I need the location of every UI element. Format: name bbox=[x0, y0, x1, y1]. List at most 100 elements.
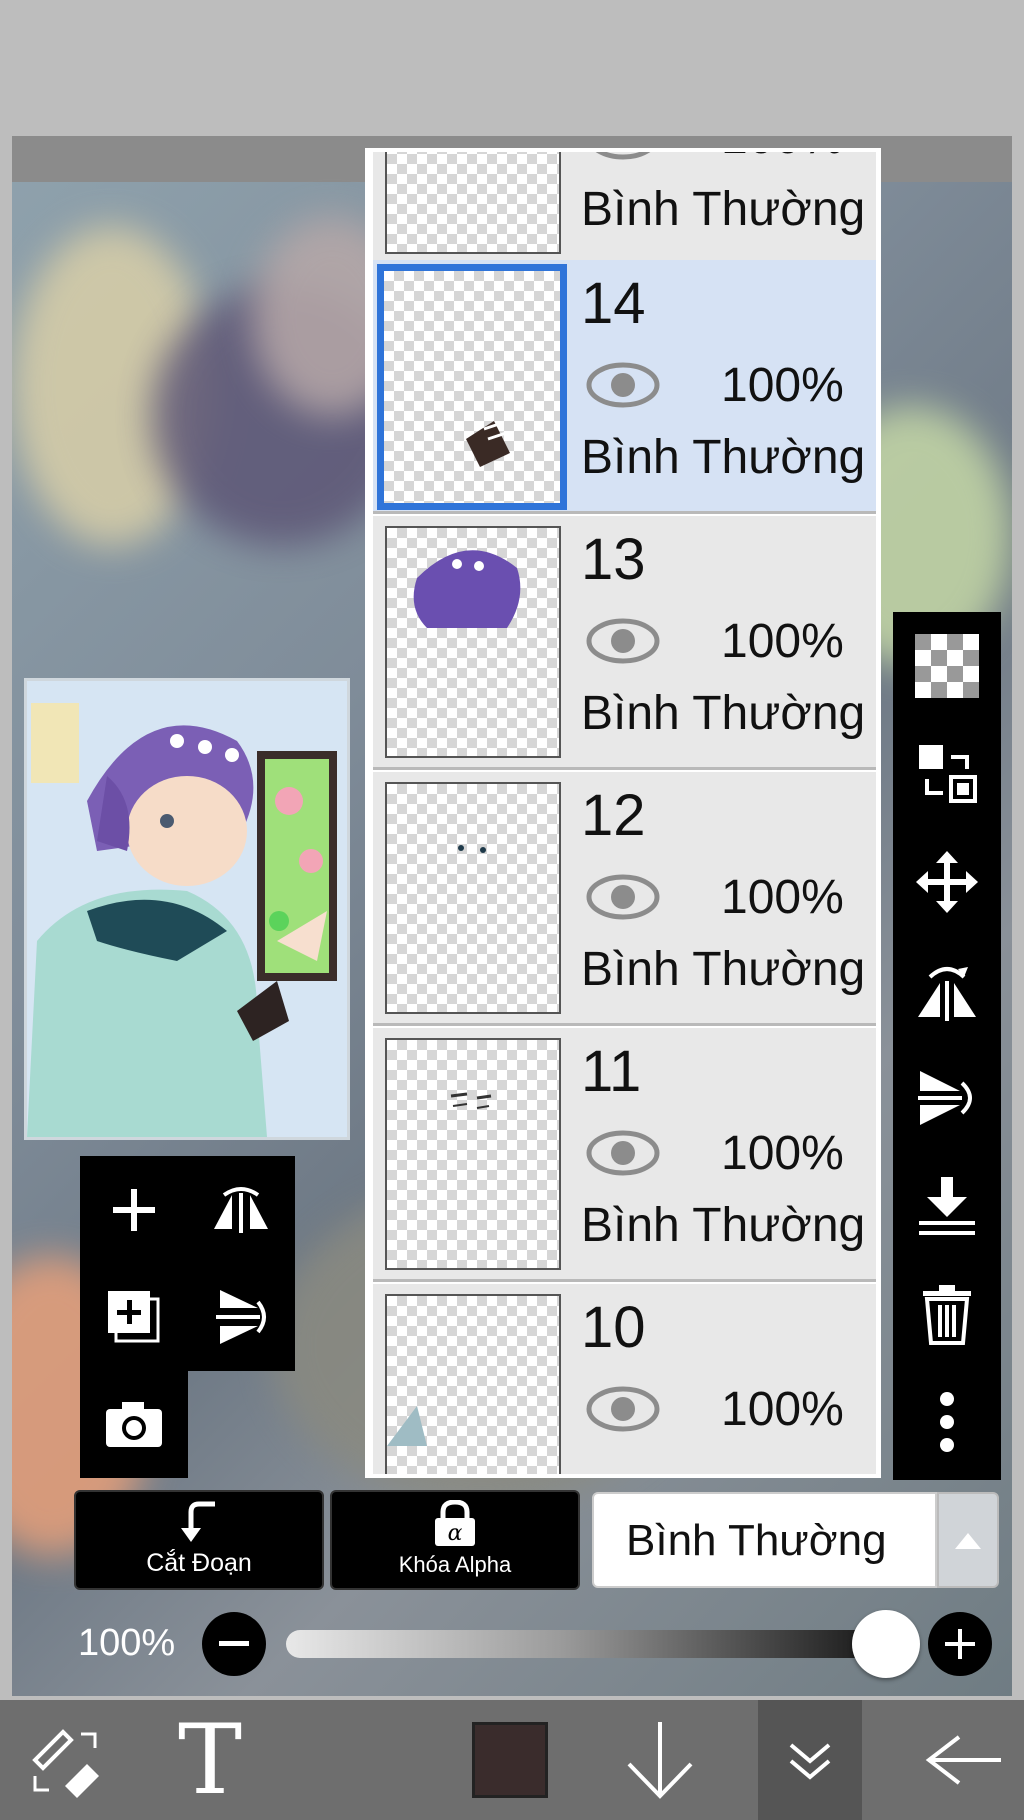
layers-toggle-button[interactable] bbox=[758, 1700, 862, 1820]
transparency-button[interactable] bbox=[893, 612, 1001, 720]
layer-thumbnail bbox=[377, 264, 567, 510]
merge-down-icon bbox=[919, 1177, 975, 1235]
duplicate-layer-button[interactable] bbox=[80, 1263, 188, 1371]
text-tool-button[interactable]: T bbox=[160, 1700, 260, 1820]
opacity-decrease-button[interactable] bbox=[202, 1612, 266, 1676]
trash-icon bbox=[923, 1285, 971, 1345]
layer-row[interactable]: 100% Bình Thường bbox=[373, 148, 876, 266]
visibility-eye-icon[interactable] bbox=[585, 1128, 661, 1178]
layer-quick-tools bbox=[80, 1156, 295, 1478]
blend-mode-dropdown-toggle[interactable] bbox=[937, 1492, 999, 1588]
layer-blend-mode: Bình Thường bbox=[581, 943, 866, 996]
more-icon bbox=[940, 1392, 954, 1452]
layer-opacity: 100% bbox=[721, 871, 844, 924]
flip-horizontal-button[interactable] bbox=[893, 936, 1001, 1044]
layer-number: 12 bbox=[581, 783, 646, 848]
delete-layer-button[interactable] bbox=[893, 1260, 1001, 1368]
text-tool-icon: T bbox=[177, 1704, 243, 1816]
artwork-preview bbox=[24, 678, 350, 1140]
lock-alpha-icon: α bbox=[435, 1500, 475, 1546]
layer-blend-mode: Bình Thường bbox=[581, 183, 866, 236]
layer-opacity: 100% bbox=[721, 615, 844, 668]
add-layer-button[interactable] bbox=[80, 1156, 188, 1264]
layer-number: 14 bbox=[581, 271, 646, 336]
layer-content-preview bbox=[413, 550, 521, 628]
brush-eraser-toggle-button[interactable] bbox=[10, 1700, 120, 1820]
chevron-up-icon bbox=[955, 1533, 981, 1549]
alpha-lock-button[interactable]: α Khóa Alpha bbox=[330, 1490, 580, 1590]
visibility-eye-icon[interactable] bbox=[585, 1384, 661, 1434]
flip-vertical-button[interactable] bbox=[893, 1044, 1001, 1152]
opacity-increase-button[interactable] bbox=[928, 1612, 992, 1676]
move-button[interactable] bbox=[893, 828, 1001, 936]
opacity-slider-track[interactable] bbox=[286, 1630, 896, 1658]
layer-content-preview bbox=[466, 421, 510, 467]
arrow-down-icon bbox=[627, 1722, 693, 1799]
layer-blend-mode: Bình Thường bbox=[581, 687, 866, 740]
flip-v-icon bbox=[918, 1071, 972, 1125]
camera-icon bbox=[106, 1402, 162, 1447]
transparency-icon bbox=[915, 634, 979, 698]
plus-icon bbox=[945, 1629, 975, 1659]
layer-content-preview bbox=[387, 1406, 427, 1446]
duplicate-layer-icon bbox=[108, 1291, 160, 1343]
visibility-eye-icon[interactable] bbox=[585, 872, 661, 922]
visibility-eye-icon[interactable] bbox=[585, 148, 661, 162]
blend-mode-value: Bình Thường bbox=[626, 1516, 887, 1565]
arrow-left-icon bbox=[925, 1735, 1001, 1785]
layer-blend-mode: Bình Thường bbox=[581, 431, 866, 484]
transform-button[interactable] bbox=[893, 720, 1001, 828]
color-picker-button[interactable] bbox=[460, 1700, 560, 1820]
layer-opacity: 100% bbox=[721, 1383, 844, 1436]
layer-opacity: 100% bbox=[721, 152, 844, 165]
layer-actions-toolbar bbox=[893, 612, 1001, 1480]
layer-list-panel[interactable]: 100% Bình Thường 14 100% Bình Thường 13 bbox=[365, 148, 881, 1478]
layer-content-preview bbox=[458, 845, 486, 853]
flip-layer-horizontal-button[interactable] bbox=[187, 1156, 295, 1264]
bottom-toolbar: T bbox=[0, 1700, 1024, 1820]
scroll-down-button[interactable] bbox=[610, 1700, 710, 1820]
minus-icon bbox=[219, 1641, 249, 1646]
svg-text:α: α bbox=[448, 1521, 463, 1546]
layer-thumbnail bbox=[385, 526, 561, 758]
alpha-lock-label: Khóa Alpha bbox=[398, 1552, 512, 1577]
brush-eraser-swap-icon bbox=[32, 1729, 99, 1798]
artwork-preview-image bbox=[27, 681, 347, 1137]
layer-row[interactable]: 11 100% Bình Thường bbox=[373, 1028, 876, 1282]
clipping-arrow-icon bbox=[181, 1501, 215, 1542]
layer-number: 11 bbox=[581, 1039, 642, 1104]
opacity-value-label: 100% bbox=[78, 1622, 176, 1664]
visibility-eye-icon[interactable] bbox=[585, 360, 661, 410]
layer-content-preview bbox=[450, 1092, 492, 1109]
double-chevron-down-icon bbox=[789, 1743, 831, 1780]
flip-vertical-icon bbox=[216, 1290, 266, 1344]
layer-row[interactable]: 12 100% Bình Thường bbox=[373, 772, 876, 1026]
layer-opacity: 100% bbox=[721, 359, 844, 412]
layer-thumbnail bbox=[385, 782, 561, 1014]
more-options-button[interactable] bbox=[893, 1368, 1001, 1476]
layer-row[interactable]: 10 100% bbox=[373, 1284, 876, 1474]
flip-horizontal-icon bbox=[214, 1187, 268, 1233]
back-button[interactable] bbox=[908, 1700, 1018, 1820]
flip-h-icon bbox=[918, 967, 976, 1021]
clipping-label: Cắt Đoạn bbox=[146, 1549, 252, 1577]
blend-mode-select[interactable]: Bình Thường bbox=[592, 1492, 937, 1588]
add-layer-icon bbox=[113, 1189, 155, 1231]
visibility-eye-icon[interactable] bbox=[585, 616, 661, 666]
camera-button[interactable] bbox=[80, 1370, 188, 1478]
layer-number: 10 bbox=[581, 1295, 646, 1360]
merge-down-button[interactable] bbox=[893, 1152, 1001, 1260]
layer-thumbnail bbox=[385, 1038, 561, 1270]
clipping-button[interactable]: Cắt Đoạn bbox=[74, 1490, 324, 1590]
layer-row-selected[interactable]: 14 100% Bình Thường bbox=[373, 260, 876, 514]
layer-blend-mode: Bình Thường bbox=[581, 1199, 866, 1252]
layer-thumbnail bbox=[385, 1294, 561, 1474]
flip-layer-vertical-button[interactable] bbox=[187, 1263, 295, 1371]
layer-thumbnail bbox=[385, 152, 561, 254]
opacity-slider-handle[interactable] bbox=[852, 1610, 920, 1678]
move-icon bbox=[916, 851, 978, 913]
layer-row[interactable]: 13 100% Bình Thường bbox=[373, 516, 876, 770]
transform-icon bbox=[919, 745, 977, 803]
layer-opacity: 100% bbox=[721, 1127, 844, 1180]
current-color-swatch bbox=[472, 1722, 548, 1798]
